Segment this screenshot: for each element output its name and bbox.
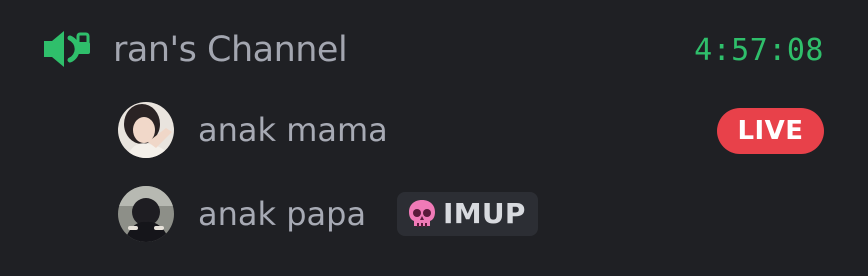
call-duration-timer: 4:57:08 [694,33,824,68]
voice-user-row[interactable]: anak mama LIVE [0,98,868,162]
avatar[interactable] [118,102,174,158]
skull-icon [409,200,435,227]
live-badge: LIVE [717,108,824,154]
avatar[interactable] [118,186,174,242]
username[interactable]: anak mama [198,110,388,150]
voice-channel-row[interactable]: ran's Channel 4:57:08 [0,22,868,78]
channel-name[interactable]: ran's Channel [113,29,348,71]
voice-channel-speaker-icon [44,31,90,67]
activity-badge[interactable]: IMUP [397,192,538,236]
username[interactable]: anak papa [198,194,366,234]
activity-label: IMUP [443,197,526,230]
voice-user-row[interactable]: anak papa IMUP [0,182,868,246]
